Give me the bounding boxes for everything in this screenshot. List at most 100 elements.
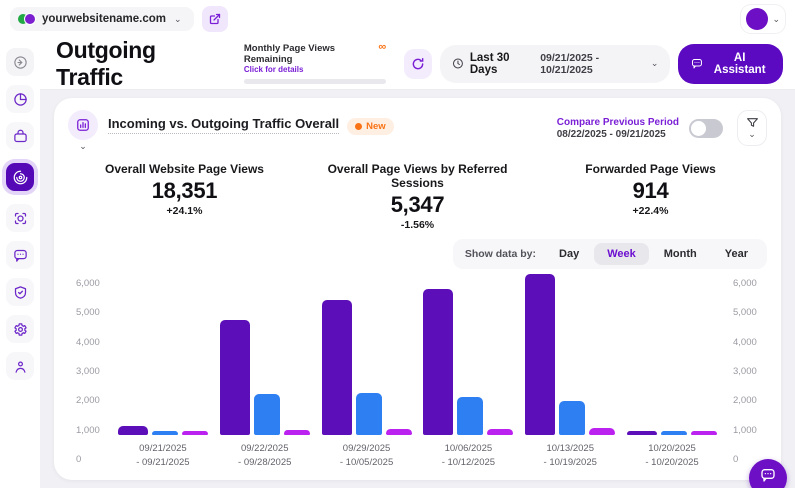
sidebar (0, 38, 40, 488)
collapse-icon (13, 55, 28, 70)
x-axis-label: 09/21/2025 - 09/21/2025 (136, 442, 189, 471)
metric-forwarded-page-views: Forwarded Page Views 914 +22.4% (534, 162, 767, 231)
date-range-picker[interactable]: Last 30 Days 09/21/2025 - 10/21/2025 ⌄ (440, 45, 670, 83)
metric-delta: +22.4% (534, 205, 767, 217)
external-link-icon (209, 13, 221, 25)
page-title: Outgoing Traffic (56, 37, 218, 91)
new-badge-label: New (366, 121, 386, 132)
chart-plot-area: 09/21/2025 - 09/21/2025 09/22/2025 - 09/2… (112, 279, 723, 470)
bar[interactable] (118, 426, 148, 435)
refresh-button[interactable] (404, 49, 432, 79)
orange-dot-icon (355, 123, 362, 130)
sidebar-item-settings[interactable] (6, 315, 34, 343)
sidebar-item-target[interactable] (6, 204, 34, 232)
quota-details-link[interactable]: Click for details (244, 65, 386, 74)
ai-assistant-label: AI Assistant (709, 52, 770, 76)
chevron-down-icon: ⌄ (772, 14, 780, 25)
card-icon-button[interactable]: ⌄ (68, 110, 98, 152)
sidebar-item-analytics[interactable] (6, 85, 34, 113)
metrics-row: Overall Website Page Views 18,351 +24.1%… (68, 162, 767, 231)
sidebar-collapse-button[interactable] (6, 48, 34, 76)
bar[interactable] (254, 394, 280, 435)
y-tick: 4,000 (76, 338, 112, 348)
bar[interactable] (284, 430, 310, 435)
ai-assistant-button[interactable]: AI Assistant (678, 44, 783, 84)
sidebar-item-location-user[interactable] (6, 352, 34, 380)
quota-title: Monthly Page Views Remaining (244, 43, 379, 65)
bar[interactable] (559, 401, 585, 435)
x-axis-label: 09/22/2025 - 09/28/2025 (238, 442, 291, 471)
metric-overall-page-views: Overall Website Page Views 18,351 +24.1% (68, 162, 301, 231)
metric-label: Overall Website Page Views (68, 162, 301, 176)
chat-bubble-icon (13, 248, 28, 263)
y-tick: 4,000 (733, 338, 767, 348)
funnel-icon (746, 116, 759, 129)
bar[interactable] (661, 431, 687, 435)
y-tick: 6,000 (733, 279, 767, 289)
metric-referred-sessions: Overall Page Views by Referred Sessions … (301, 162, 534, 231)
chevron-down-icon: ⌄ (79, 141, 87, 152)
avatar (746, 8, 768, 30)
person-pin-icon (13, 359, 28, 374)
filter-button[interactable]: ⌄ (737, 110, 767, 146)
bar-group: 09/21/2025 - 09/21/2025 (118, 249, 208, 471)
y-axis-right: 6,0005,0004,0003,0002,0001,0000 (723, 279, 767, 465)
compare-toggle[interactable] (689, 119, 723, 138)
y-tick: 5,000 (733, 308, 767, 318)
bar-group: 10/20/2025 - 10/20/2025 (627, 249, 717, 471)
bar[interactable] (356, 393, 382, 435)
account-menu[interactable]: ⌄ (741, 5, 785, 33)
bar[interactable] (487, 429, 513, 435)
bar[interactable] (691, 431, 717, 435)
page-header: Outgoing Traffic Monthly Page Views Rema… (40, 38, 795, 90)
clock-icon (452, 57, 464, 70)
chevron-down-icon: ⌄ (174, 14, 182, 25)
sidebar-item-security[interactable] (6, 278, 34, 306)
bar[interactable] (152, 431, 178, 435)
metric-label: Overall Page Views by Referred Sessions (301, 162, 534, 190)
x-axis-label: 09/29/2025 - 10/05/2025 (340, 442, 393, 471)
site-selector[interactable]: yourwebsitename.com ⌄ (10, 7, 194, 31)
bar[interactable] (627, 431, 657, 435)
x-axis-label: 10/13/2025 - 10/19/2025 (544, 442, 597, 471)
metric-value: 5,347 (301, 192, 534, 218)
y-tick: 2,000 (76, 396, 112, 406)
sidebar-item-chat[interactable] (6, 241, 34, 269)
metric-delta: +24.1% (68, 205, 301, 217)
y-tick: 5,000 (76, 308, 112, 318)
x-axis-label: 10/20/2025 - 10/20/2025 (645, 442, 698, 471)
bar[interactable] (220, 320, 250, 435)
site-name: yourwebsitename.com (42, 13, 166, 25)
metric-value: 914 (534, 178, 767, 204)
bar[interactable] (423, 289, 453, 435)
metric-delta: -1.56% (301, 219, 534, 231)
refresh-icon (411, 57, 425, 71)
tab-year[interactable]: Year (712, 243, 761, 265)
y-tick: 3,000 (76, 367, 112, 377)
bar[interactable] (457, 397, 483, 435)
infinity-icon: ∞ (378, 43, 386, 52)
sidebar-item-outgoing-traffic[interactable] (6, 163, 34, 191)
bar[interactable] (322, 300, 352, 435)
y-tick: 1,000 (76, 426, 112, 436)
sidebar-item-briefcase[interactable] (6, 122, 34, 150)
bar-group: 09/29/2025 - 10/05/2025 (322, 249, 412, 471)
chevron-down-icon: ⌄ (748, 129, 756, 140)
traffic-bar-chart: 6,0005,0004,0003,0002,0001,0000 09/21/20… (68, 279, 767, 488)
bar[interactable] (589, 428, 615, 435)
pie-chart-icon (13, 92, 28, 107)
bar-group: 10/13/2025 - 10/19/2025 (525, 249, 615, 471)
bar-group: 09/22/2025 - 09/28/2025 (220, 249, 310, 471)
y-tick: 3,000 (733, 367, 767, 377)
y-tick: 6,000 (76, 279, 112, 289)
y-tick: 1,000 (733, 426, 767, 436)
bar[interactable] (525, 274, 555, 435)
open-site-button[interactable] (202, 6, 228, 32)
y-tick: 2,000 (733, 396, 767, 406)
compare-period-dates: 08/22/2025 - 09/21/2025 (557, 129, 679, 140)
quota-progress-bar (244, 79, 386, 84)
bar[interactable] (182, 431, 208, 435)
bar-group: 10/06/2025 - 10/12/2025 (423, 249, 513, 471)
bar[interactable] (386, 429, 412, 435)
bar-chart-icon (76, 118, 90, 132)
